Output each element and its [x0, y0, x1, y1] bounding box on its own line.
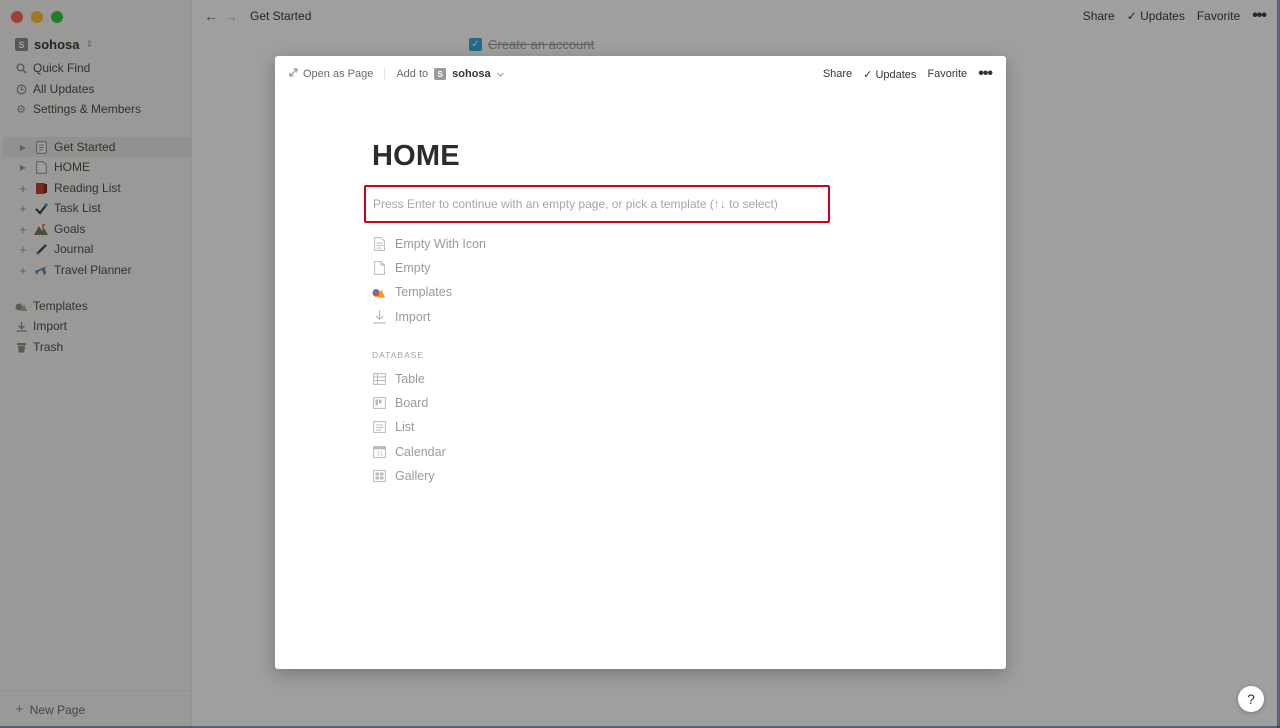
calendar-icon: 31: [372, 445, 386, 459]
add-to-workspace-button[interactable]: Add to S sohosa: [396, 68, 504, 80]
list-option[interactable]: List: [372, 417, 414, 437]
option-label: Templates: [395, 285, 452, 299]
list-icon: [372, 420, 386, 434]
page-title[interactable]: HOME: [372, 140, 460, 173]
option-label: Board: [395, 396, 429, 410]
help-button[interactable]: ?: [1238, 686, 1264, 712]
option-label: Calendar: [395, 445, 446, 459]
page-peek-modal: Open as Page Add to S sohosa Share ✓ Upd…: [275, 56, 1006, 669]
updates-button[interactable]: ✓ Updates: [863, 68, 916, 81]
board-option[interactable]: Board: [372, 393, 428, 413]
database-section-heading: DATABASE: [372, 350, 425, 360]
option-label: Empty With Icon: [395, 237, 486, 251]
more-options-icon[interactable]: •••: [978, 65, 993, 83]
share-button[interactable]: Share: [823, 68, 852, 80]
favorite-button[interactable]: Favorite: [927, 68, 967, 80]
svg-text:31: 31: [376, 452, 383, 458]
add-to-label: Add to: [396, 68, 429, 80]
checkmark-icon: ✓: [863, 68, 873, 81]
updates-label: Updates: [875, 68, 917, 81]
open-as-page-label: Open as Page: [303, 68, 374, 80]
templates-icon: [372, 285, 386, 299]
open-as-page-button[interactable]: Open as Page: [289, 68, 373, 80]
workspace-badge: S: [434, 68, 447, 80]
placeholder-text: Press Enter to continue with an empty pa…: [373, 197, 778, 211]
option-label: Gallery: [395, 469, 435, 483]
option-label: Table: [395, 372, 425, 386]
table-option[interactable]: Table: [372, 369, 425, 389]
document-lines-icon: [372, 237, 386, 251]
calendar-option[interactable]: 31 Calendar: [372, 442, 446, 462]
expand-arrows-icon: [289, 68, 298, 80]
blank-page-icon: [372, 261, 386, 275]
chevron-down-icon: [496, 68, 504, 80]
empty-option[interactable]: Empty: [372, 258, 430, 278]
templates-option[interactable]: Templates: [372, 282, 452, 302]
import-option[interactable]: Import: [372, 307, 430, 327]
board-icon: [372, 396, 386, 410]
gallery-option[interactable]: Gallery: [372, 466, 435, 486]
option-label: Empty: [395, 261, 431, 275]
table-icon: [372, 372, 386, 386]
modal-actions: Share ✓ Updates Favorite •••: [823, 56, 993, 92]
empty-with-icon-option[interactable]: Empty With Icon: [372, 234, 486, 254]
option-label: List: [395, 420, 415, 434]
workspace-name: sohosa: [452, 68, 491, 80]
toolbar-divider: [384, 67, 386, 81]
option-label: Import: [395, 310, 431, 324]
page-body-placeholder[interactable]: Press Enter to continue with an empty pa…: [364, 185, 830, 223]
import-icon: [372, 310, 386, 324]
gallery-icon: [372, 469, 386, 483]
